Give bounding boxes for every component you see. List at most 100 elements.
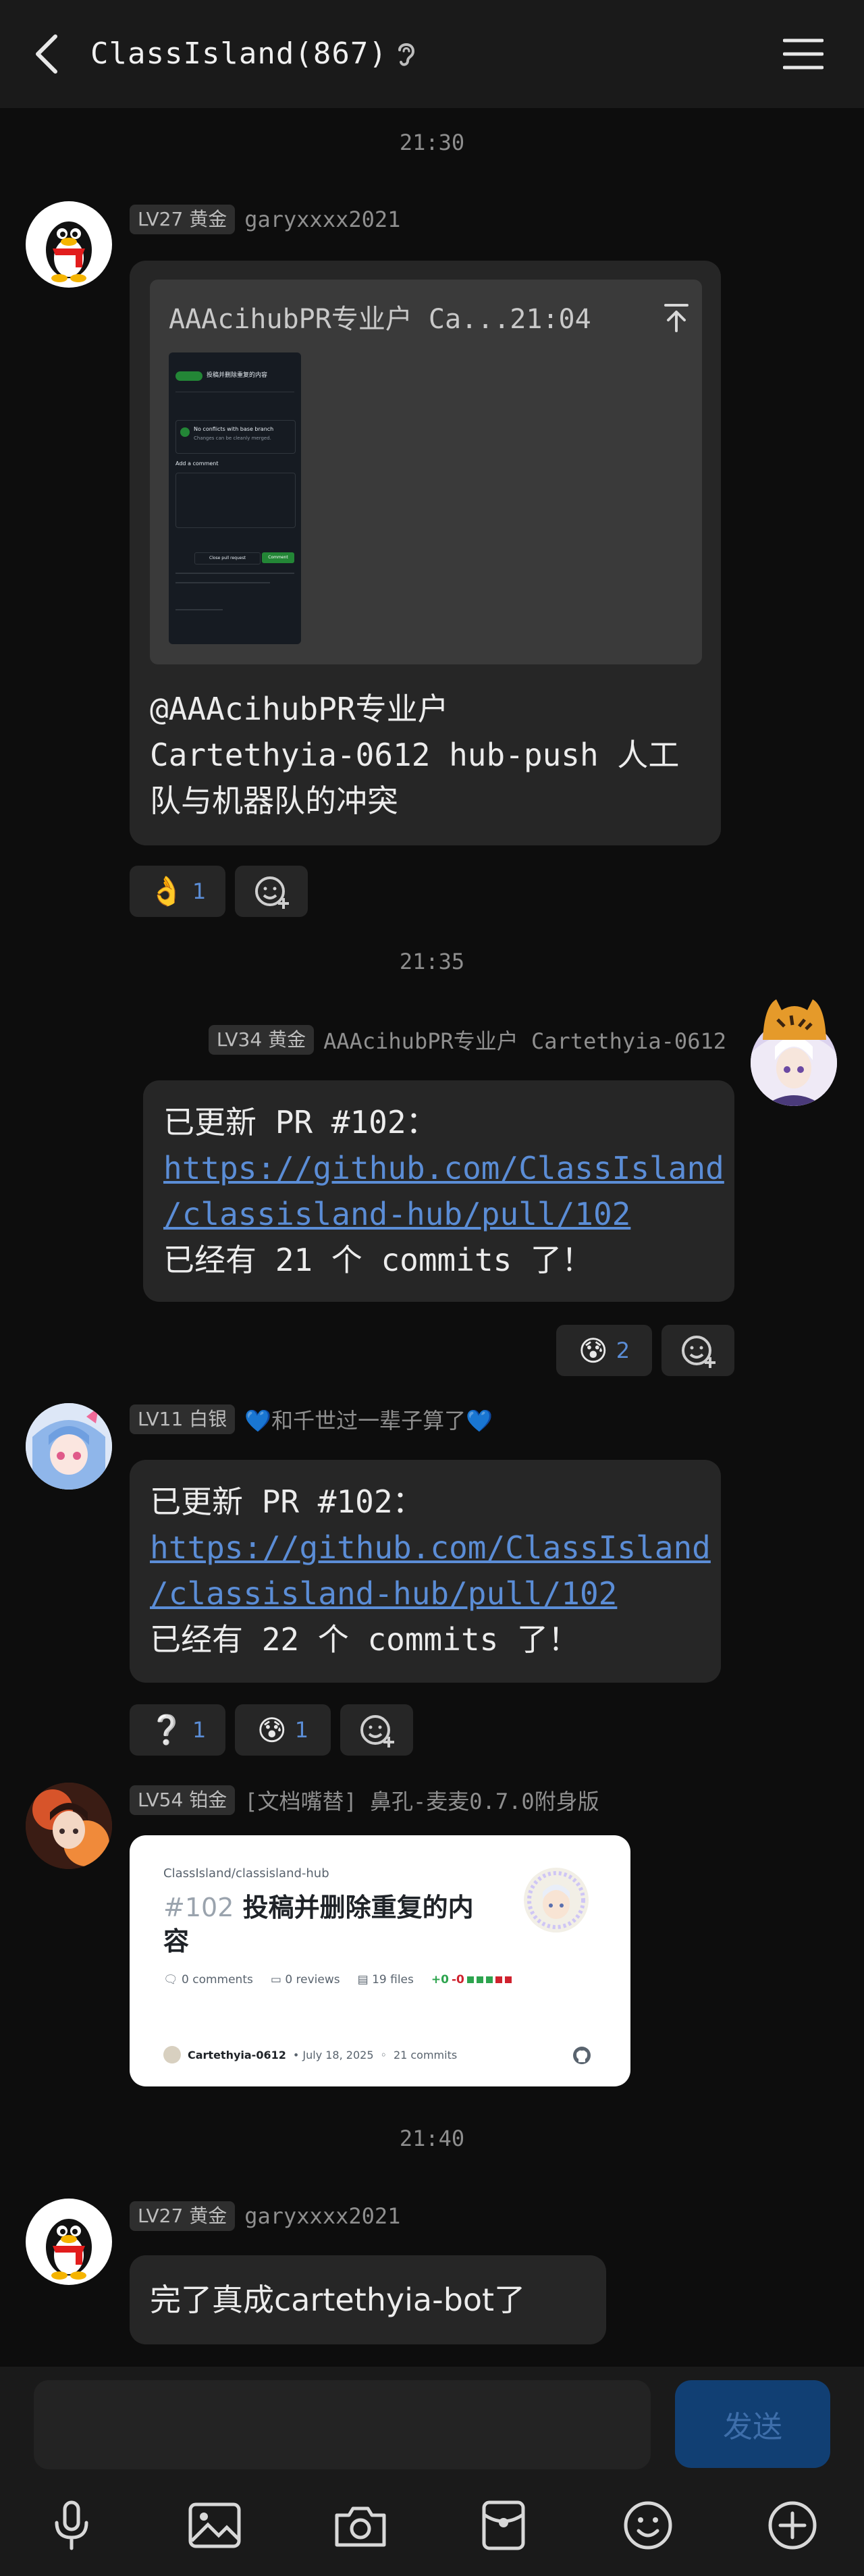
level-badge: LV34 黄金 <box>208 1025 315 1055</box>
message-text: 完了真成cartethyia-bot了 <box>150 2282 526 2318</box>
top-bar: ClassIsland(867) <box>0 0 864 108</box>
message-text: @AAAcihubPR专业户 Cartethyia-0612 hub-push … <box>150 686 703 824</box>
text-line: 已更新 PR #102： <box>150 1483 424 1520</box>
sender-name[interactable]: 💙和千世过一辈子算了💙 <box>244 1404 493 1435</box>
message-bubble[interactable]: 已更新 PR #102： https://github.com/ClassIsl… <box>130 1460 721 1683</box>
message-bubble[interactable]: 完了真成cartethyia-bot了 <box>130 2255 606 2344</box>
open-badge <box>176 371 202 381</box>
reaction-anxious[interactable]: 😰 1 <box>235 1704 331 1756</box>
message-text: 已更新 PR #102： https://github.com/ClassIsl… <box>150 1479 711 1662</box>
add-emoji-icon <box>360 1715 394 1747</box>
github-link-card[interactable]: ClassIsland/classisland-hub #102 投稿并删除重复… <box>130 1835 630 2086</box>
level-badge: LV27 黄金 <box>130 205 236 234</box>
quoted-message[interactable]: AAAcihubPR专业户 Ca...21:04 投稿并删除重复的内容 No c… <box>150 280 702 664</box>
camera-button[interactable] <box>327 2492 394 2559</box>
text-line: @AAAcihubPR专业户 <box>150 691 449 727</box>
card-pr-title-line2: 容 <box>163 1926 190 1956</box>
text-line: 已经有 22 个 commits 了！ <box>150 1621 580 1658</box>
reaction-count: 1 <box>192 1717 207 1743</box>
text-line: 已更新 PR #102： <box>163 1104 437 1140</box>
card-date: • July 18, 2025 <box>292 2048 374 2061</box>
add-emoji-icon <box>255 876 289 909</box>
card-files: ▤ 19 files <box>357 1973 414 1987</box>
check-icon <box>180 427 190 437</box>
card-pr-title-line1: 投稿并删除重复的内 <box>242 1893 474 1922</box>
diff-block <box>476 1976 483 1983</box>
text-line: 已经有 21 个 commits 了！ <box>163 1242 593 1278</box>
avatar[interactable] <box>26 201 112 288</box>
reaction-anxious[interactable]: 😰 2 <box>556 1325 652 1376</box>
comment-button: Comment <box>262 552 294 563</box>
pr-link[interactable]: https://github.com/ClassIsland <box>163 1145 724 1191</box>
sender-line: LV27 黄金 garyxxxx2021 <box>130 2200 400 2232</box>
sender-name[interactable]: AAAcihubPR专业户 Cartethyia-0612 <box>323 1024 726 1055</box>
reaction-count: 1 <box>294 1717 309 1743</box>
avatar[interactable] <box>26 2199 112 2285</box>
divider <box>176 573 294 574</box>
reaction-emoji: 👌 <box>148 874 184 908</box>
diff-block <box>485 1976 493 1983</box>
menu-button[interactable] <box>776 27 830 81</box>
message-bubble[interactable]: 已更新 PR #102： https://github.com/ClassIsl… <box>143 1080 734 1302</box>
add-comment-heading: Add a comment <box>176 461 219 467</box>
card-comments: 🗨 0 comments <box>163 1973 253 1987</box>
pr-link[interactable]: /classisland-hub/pull/102 <box>163 1191 724 1237</box>
anime-avatar-icon <box>26 1783 112 1869</box>
reaction-count: 2 <box>616 1338 630 1363</box>
close-pr-button: Close pull request <box>194 552 261 564</box>
sender-name[interactable]: [文档嘴替] 鼻孔-麦麦0.7.0附身版 <box>244 1785 599 1816</box>
plus-circle-icon <box>768 2501 817 2550</box>
emoji-button[interactable] <box>614 2492 682 2559</box>
pr-link[interactable]: /classisland-hub/pull/102 <box>150 1571 710 1616</box>
tiger-hat-icon <box>763 999 826 1040</box>
avatar[interactable] <box>26 1403 112 1490</box>
text-line: 队与机器队的冲突 <box>150 783 398 819</box>
send-button[interactable]: 发送 <box>675 2380 830 2468</box>
reaction-ok[interactable]: 👌 1 <box>130 866 225 917</box>
more-button[interactable] <box>759 2492 826 2559</box>
card-pr-title: #102 投稿并删除重复的内 容 <box>163 1891 474 1958</box>
reaction-question[interactable]: ❔ 1 <box>130 1704 225 1756</box>
message-input[interactable] <box>34 2380 651 2469</box>
text-line: Cartethyia-0612 hub-push 人工 <box>150 737 680 773</box>
card-footer: Cartethyia-0612 • July 18, 2025 ◦ 21 com… <box>163 2046 457 2064</box>
emoji-icon <box>624 2501 672 2550</box>
diff-block <box>466 1976 474 1983</box>
commit-icon: ◦ <box>380 2048 387 2061</box>
ear-icon <box>398 43 415 66</box>
card-reviews: ▭ 0 reviews <box>270 1973 340 1987</box>
add-reaction-button[interactable] <box>235 866 308 917</box>
message-bubble[interactable]: AAAcihubPR专业户 Ca...21:04 投稿并删除重复的内容 No c… <box>130 261 721 845</box>
diff-block <box>504 1976 512 1983</box>
add-reaction-button[interactable] <box>340 1704 413 1756</box>
hamburger-menu-icon <box>783 38 824 70</box>
penguin-avatar-icon <box>46 221 92 282</box>
red-packet-button[interactable] <box>470 2492 537 2559</box>
sender-line: LV11 白银 💙和千世过一辈子算了💙 <box>130 1403 493 1436</box>
level-badge: LV11 白银 <box>130 1404 236 1434</box>
red-packet-icon <box>482 2500 525 2550</box>
no-conflicts-text: No conflicts with base branch <box>194 426 274 432</box>
pr-link[interactable]: https://github.com/ClassIsland <box>150 1525 711 1571</box>
timestamp: 21:30 <box>399 130 465 155</box>
timestamp: 21:40 <box>399 2126 465 2151</box>
avatar[interactable] <box>26 1783 112 1869</box>
add-reaction-button[interactable] <box>662 1325 734 1376</box>
sender-name[interactable]: garyxxxx2021 <box>244 2203 400 2229</box>
sender-name[interactable]: garyxxxx2021 <box>244 207 400 232</box>
back-button[interactable] <box>20 27 74 81</box>
card-pr-number: #102 <box>163 1893 234 1922</box>
diff-block <box>495 1976 502 1983</box>
screenshot-thumbnail[interactable]: 投稿并删除重复的内容 No conflicts with base branch… <box>169 352 301 644</box>
comment-box <box>176 473 296 528</box>
timestamp: 21:35 <box>399 949 465 974</box>
image-button[interactable] <box>181 2492 248 2559</box>
card-repo: ClassIsland/classisland-hub <box>163 1866 329 1881</box>
card-commits: 21 commits <box>393 2048 458 2061</box>
jump-to-top-icon[interactable] <box>663 303 690 332</box>
divider <box>176 609 223 610</box>
voice-button[interactable] <box>38 2492 105 2559</box>
github-icon <box>573 2047 591 2064</box>
level-badge: LV27 黄金 <box>130 2201 236 2231</box>
sender-line: LV54 铂金 [文档嘴替] 鼻孔-麦麦0.7.0附身版 <box>130 1784 599 1816</box>
